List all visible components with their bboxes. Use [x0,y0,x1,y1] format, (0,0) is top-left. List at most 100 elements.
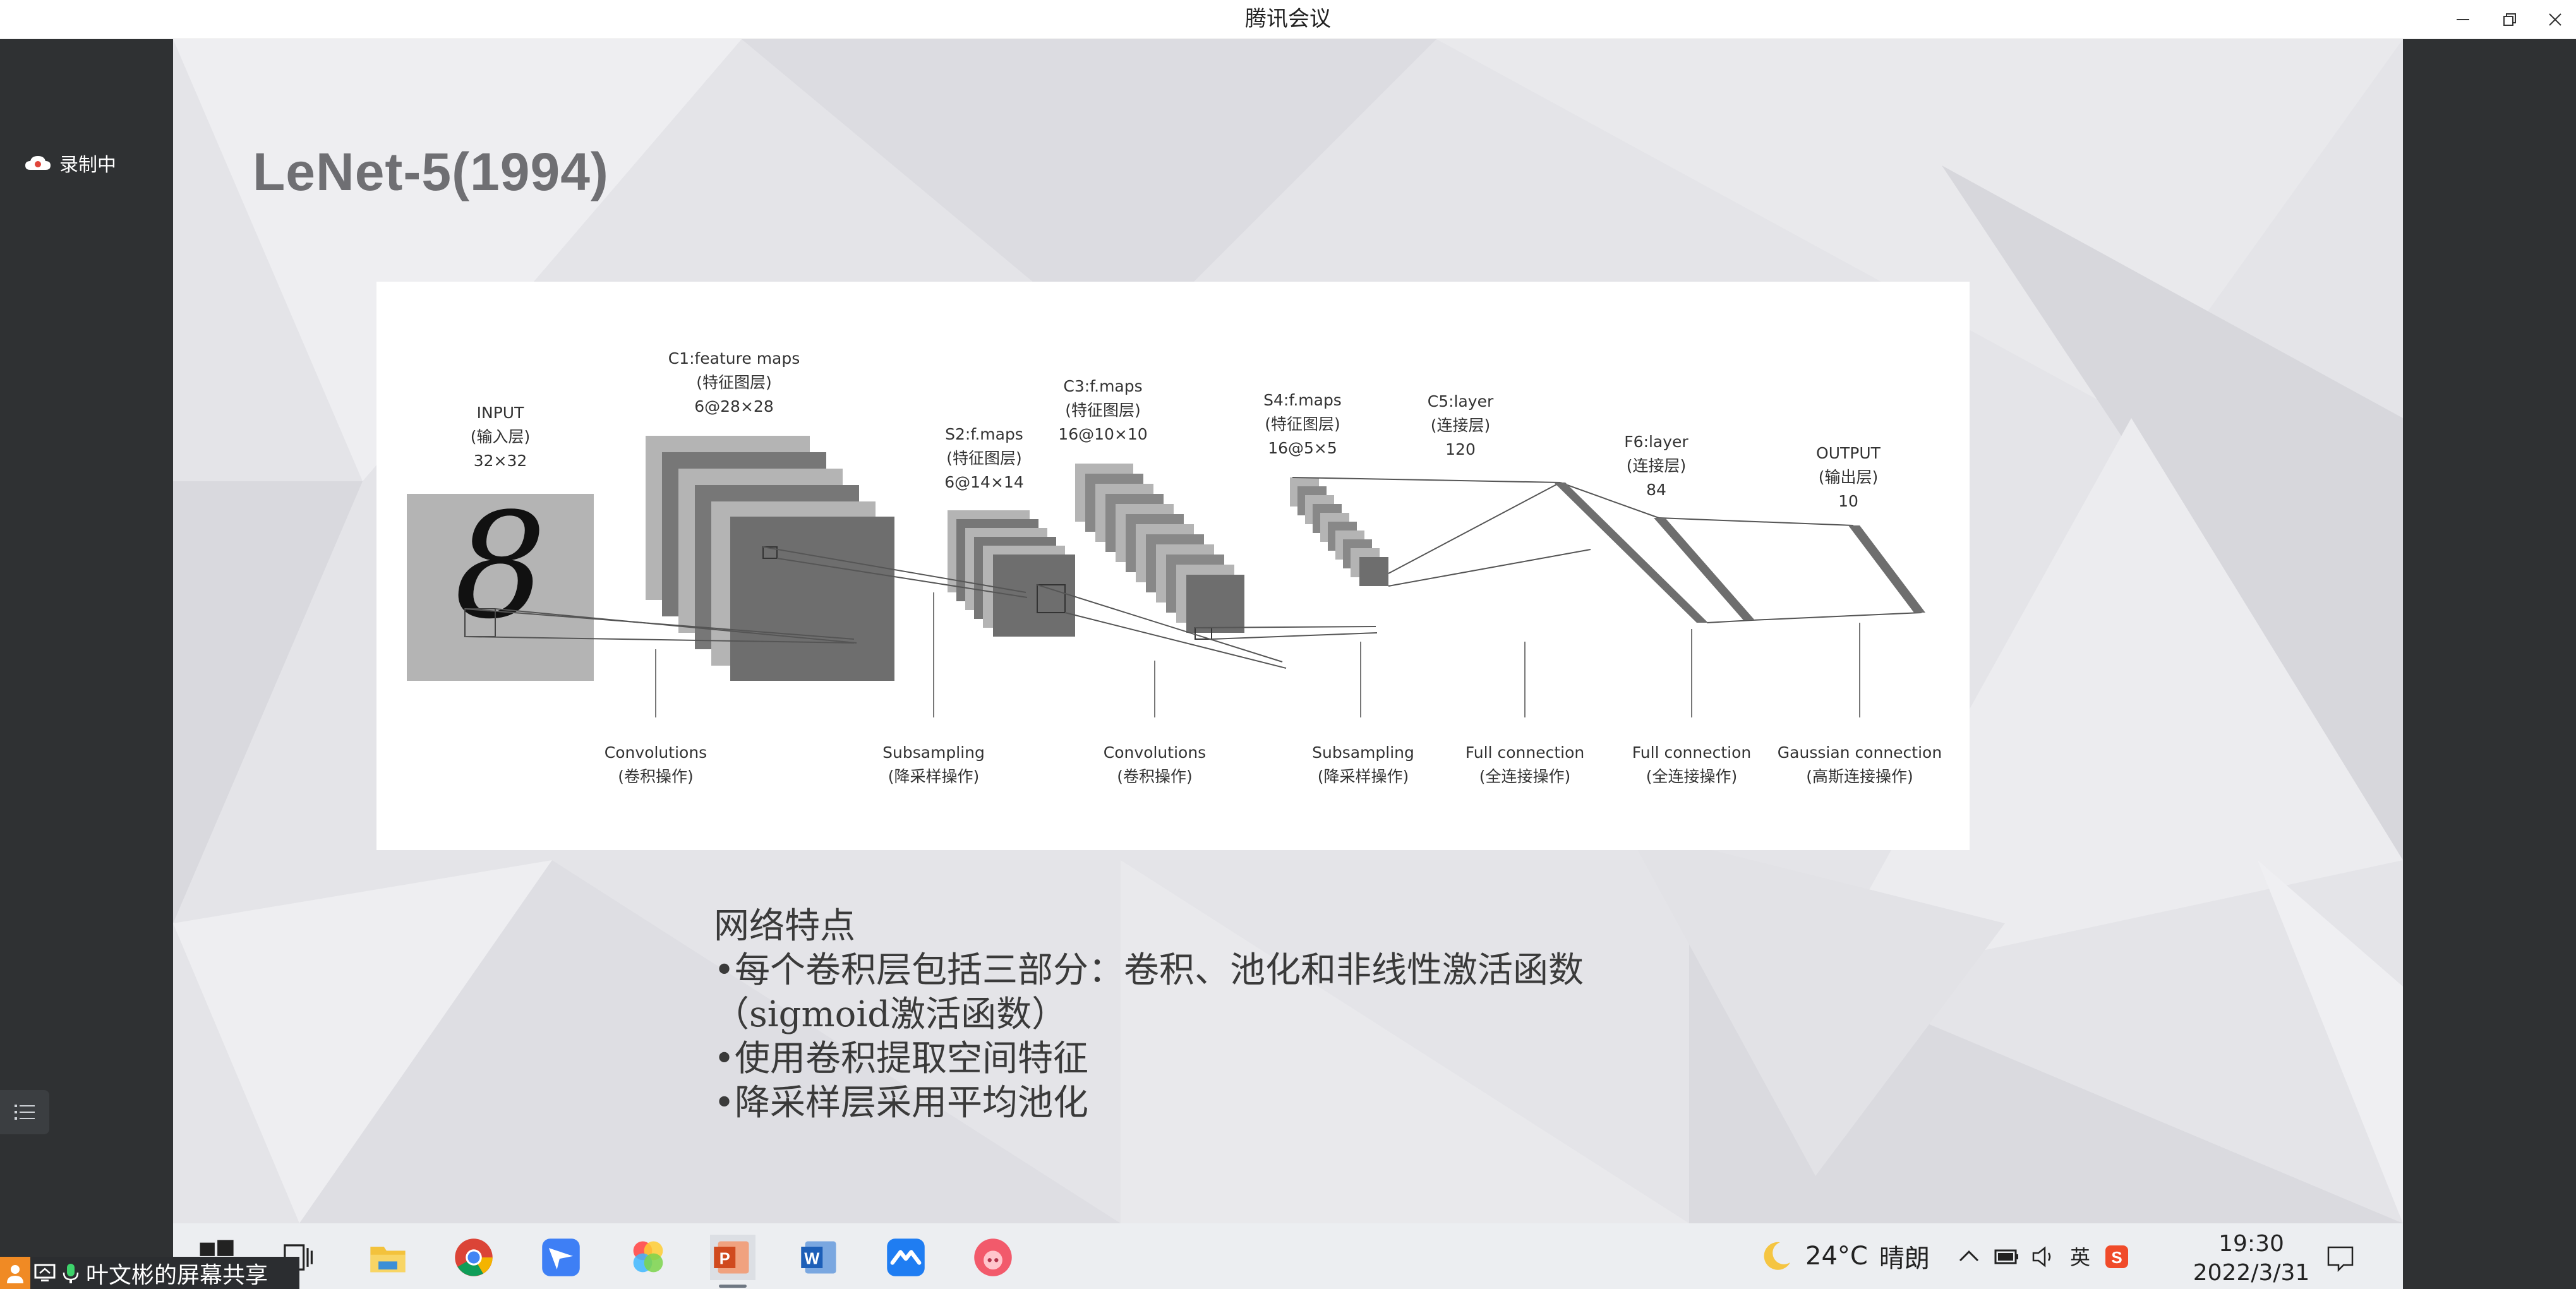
volume-button[interactable] [2028,1241,2059,1273]
show-hidden-icons-button[interactable] [1953,1241,1985,1273]
meeting-right-strip [2403,39,2576,1289]
list-icon [15,1105,35,1120]
cloud-record-icon [25,156,51,170]
input-digit: 8 [454,483,546,651]
window-title-bar: 腾讯会议 [0,0,2576,39]
layer-size: 10 [1838,492,1858,510]
powerpoint-button[interactable]: P [710,1235,755,1288]
operation-name: Convolutions [605,743,707,762]
notification-icon [2327,1246,2354,1273]
minimize-icon [2457,19,2469,20]
layer-name: C3:f.maps [1063,377,1142,395]
feishu-icon [542,1238,580,1276]
operation-labels: Convolutions (卷积操作) Subsampling (降采样操作) … [605,743,1942,786]
s2-feature-maps [948,510,1075,637]
mic-badge [59,1257,82,1289]
user-icon [7,1264,23,1283]
operation-name: Subsampling [882,743,985,762]
operation-cn: (卷积操作) [1117,767,1193,786]
svg-text:S: S [2111,1248,2122,1267]
moon-icon [1764,1242,1790,1270]
word-button[interactable]: W [797,1235,843,1280]
notes-bullet: •每个卷积层包括三部分：卷积、池化和非线性激活函数 [714,950,1584,991]
lenet-architecture-svg: 8 INPUT (输入层) 32×32 C1:feature maps (特征图… [407,349,1942,786]
photos-icon [633,1241,663,1273]
tencent-meeting-icon [887,1238,925,1276]
screen-share-tag[interactable]: 叶文彬的屏幕共享 [0,1257,299,1289]
file-explorer-button[interactable] [365,1235,411,1280]
layer-size: 6@14×14 [944,473,1023,491]
output-layer [1848,525,1925,613]
notes-heading: 网络特点 [714,906,855,947]
minimize-button[interactable] [2440,0,2486,39]
layer-name: C1:feature maps [668,349,800,368]
feishu-button[interactable] [538,1235,584,1280]
notes-bullet: （sigmoid激活函数） [714,994,1068,1035]
powerpoint-icon: P [714,1241,749,1274]
layer-size: 32×32 [474,452,527,470]
layer-cn: (输出层) [1819,468,1879,486]
volume-icon [2032,1246,2051,1268]
recording-indicator[interactable]: 录制中 [24,149,116,177]
layer-cn: (输入层) [471,428,531,446]
notes-bullet: •降采样层采用平均池化 [714,1082,1089,1124]
ime-label: 英 [2070,1245,2090,1269]
mic-icon [63,1263,79,1283]
member-list-button[interactable] [0,1090,49,1134]
f6-layer [1654,518,1755,620]
close-button[interactable] [2532,0,2576,39]
operation-name: Full connection [1632,743,1751,762]
slide-notes: 网络特点 •每个卷积层包括三部分：卷积、池化和非线性激活函数 （sigmoid激… [714,904,1584,1125]
svg-text:P: P [719,1250,730,1268]
word-icon: W [801,1241,836,1274]
photos-button[interactable] [625,1235,671,1280]
chrome-button[interactable] [451,1235,497,1280]
pig-app-icon [974,1238,1012,1276]
ime-button[interactable]: 英 [2064,1241,2096,1273]
layer-cn: (特征图层) [1065,401,1141,419]
screen-share-icon [34,1264,56,1281]
layer-cn: (特征图层) [1265,415,1340,433]
weather-widget[interactable]: 24°C 晴朗 [1759,1236,1930,1276]
layer-cn: (连接层) [1431,416,1491,435]
system-clock[interactable]: 19:30 2022/3/31 [2182,1230,2321,1288]
chevron-up-icon [1959,1250,1979,1262]
operation-cn: (降采样操作) [1318,767,1409,786]
operation-name: Convolutions [1104,743,1206,762]
operation-name: Subsampling [1312,743,1414,762]
notes-bullet: •使用卷积提取空间特征 [714,1038,1089,1079]
operation-cn: (全连接操作) [1479,767,1571,786]
sogou-input-button[interactable]: S [2101,1241,2133,1273]
windows-taskbar: P W 24°C 晴朗 英 S 19:30 2022/3/31 [173,1223,2403,1289]
layer-name: OUTPUT [1816,444,1881,462]
layer-name: F6:layer [1624,433,1688,451]
user-badge [0,1257,30,1289]
share-label: 叶文彬的屏幕共享 [86,1262,268,1288]
s4-feature-maps [1290,477,1388,586]
chrome-icon [455,1238,493,1276]
clock-date: 2022/3/31 [2193,1260,2310,1286]
shared-slide: LeNet-5(1994) 8 INPUT (输入层) 32×32 C1:fea… [173,39,2403,1223]
operation-cn: (高斯连接操作) [1806,767,1913,786]
window-title: 腾讯会议 [1245,6,1331,32]
operation-cn: (全连接操作) [1646,767,1738,786]
tencent-meeting-button[interactable] [883,1235,929,1280]
layer-size: 16@5×5 [1268,439,1337,457]
recording-label: 录制中 [59,154,116,176]
pig-app-button[interactable] [970,1235,1016,1280]
clock-time: 19:30 [2218,1231,2284,1257]
restore-button[interactable] [2486,0,2533,39]
layer-size: 120 [1445,440,1476,459]
battery-button[interactable] [1991,1241,2023,1273]
screen-share-badge [30,1257,59,1289]
c1-feature-maps [646,436,894,681]
operation-cn: (降采样操作) [888,767,980,786]
layer-name: C5:layer [1428,392,1494,411]
layer-name: INPUT [477,404,524,422]
svg-text:W: W [804,1250,820,1268]
layer-cn: (特征图层) [946,449,1022,467]
notification-button[interactable] [2323,1241,2357,1275]
slide-title: LeNet-5(1994) [253,142,609,201]
restore-icon [2503,13,2516,26]
layer-name: S4:f.maps [1263,391,1342,409]
